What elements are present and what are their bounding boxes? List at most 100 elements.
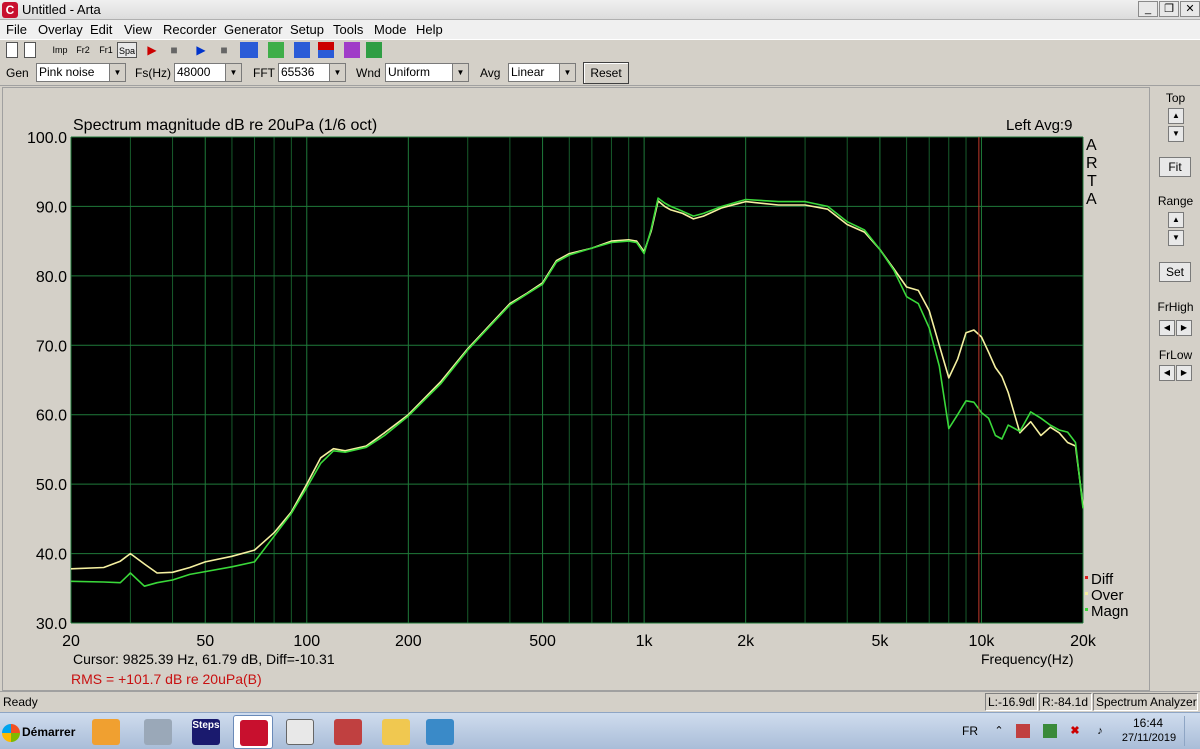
frhigh-left-button[interactable]: ◀ xyxy=(1159,320,1175,336)
avg-value: Linear xyxy=(511,65,545,79)
tray-app-icon[interactable] xyxy=(1016,724,1030,738)
scope-icon[interactable] xyxy=(344,42,360,58)
folder-icon xyxy=(382,719,410,745)
range-up-button[interactable]: ▲ xyxy=(1168,212,1184,228)
media-player-icon xyxy=(92,719,120,745)
chart-title: Spectrum magnitude dB re 20uPa (1/6 oct) xyxy=(73,117,377,134)
plot-area[interactable] xyxy=(71,137,1083,623)
menu-edit[interactable]: Edit xyxy=(90,22,112,37)
taskbar-photos[interactable] xyxy=(420,715,460,749)
mode-indicator: Spectrum Analyzer xyxy=(1093,693,1198,711)
top-down-button[interactable]: ▼ xyxy=(1168,126,1184,142)
legend-diff: Diff xyxy=(1091,571,1114,588)
menu-recorder[interactable]: Recorder xyxy=(163,22,216,37)
stop-icon[interactable]: ■ xyxy=(168,42,180,58)
main-toolbar: Imp Fr2 Fr1 Spa ▶ ■ ▶ ■ xyxy=(0,39,1200,59)
arta-icon[interactable]: C xyxy=(2,2,18,18)
status-ready: Ready xyxy=(3,695,38,709)
fr1-button[interactable]: Fr1 xyxy=(96,42,116,58)
spa-button[interactable]: Spa xyxy=(117,42,137,58)
fft-label: FFT xyxy=(253,66,275,80)
volume-icon[interactable]: ♪ xyxy=(1093,724,1107,738)
top-up-button[interactable]: ▲ xyxy=(1168,108,1184,124)
taskbar-media-player[interactable] xyxy=(86,715,126,749)
photo-icon xyxy=(426,719,454,745)
taskbar-steps[interactable]: Steps xyxy=(186,715,226,749)
menu-tools[interactable]: Tools xyxy=(333,22,363,37)
menu-view[interactable]: View xyxy=(124,22,152,37)
taskbar: Démarrer Steps FR ⌃ ✖ ♪ 16:44 27/11/2019 xyxy=(0,712,1200,749)
fft-select[interactable]: 65536 ▼ xyxy=(278,63,346,82)
fs-select[interactable]: 48000 ▼ xyxy=(174,63,242,82)
frlow-right-button[interactable]: ▶ xyxy=(1176,365,1192,381)
start-button[interactable]: Démarrer xyxy=(2,718,80,746)
chevron-down-icon: ▼ xyxy=(559,64,575,81)
calibrate-icon[interactable] xyxy=(318,42,334,58)
signal-icon[interactable] xyxy=(366,42,382,58)
x-tick-label: 200 xyxy=(395,633,422,650)
gen-setup-icon[interactable] xyxy=(268,42,284,58)
taskbar-calculator[interactable] xyxy=(138,715,178,749)
record-icon[interactable]: ▶ xyxy=(146,42,158,58)
taskbar-app[interactable] xyxy=(328,715,368,749)
impulse-button[interactable]: Imp xyxy=(50,42,70,58)
avg-label: Avg xyxy=(480,66,501,80)
left-level: L:-16.9dl xyxy=(985,693,1038,711)
menu-setup[interactable]: Setup xyxy=(290,22,324,37)
x-tick-label: 100 xyxy=(293,633,320,650)
close-button[interactable]: ✕ xyxy=(1180,1,1200,17)
open-icon[interactable] xyxy=(24,42,36,58)
menu-generator[interactable]: Generator xyxy=(224,22,283,37)
brand-letter: A xyxy=(1086,137,1097,154)
view-control-panel: Top ▲ ▼ Fit Range ▲ ▼ Set FrHigh ◀ ▶ FrL… xyxy=(1151,87,1200,691)
chevron-up-icon[interactable]: ⌃ xyxy=(992,724,1006,738)
clock-time[interactable]: 16:44 xyxy=(1128,716,1168,730)
legend: Diff Over Magn xyxy=(1085,571,1129,620)
wnd-select[interactable]: Uniform ▼ xyxy=(385,63,469,82)
fr2-button[interactable]: Fr2 xyxy=(73,42,93,58)
menu-mode[interactable]: Mode xyxy=(374,22,407,37)
y-tick-label: 70.0 xyxy=(36,338,67,355)
settings-toolbar: Gen Pink noise ▼ Fs(Hz) 48000 ▼ FFT 65536 ▼… xyxy=(0,60,1200,86)
frhigh-right-button[interactable]: ▶ xyxy=(1176,320,1192,336)
avg-select[interactable]: Linear ▼ xyxy=(508,63,576,82)
x-tick-label: 5k xyxy=(871,633,889,650)
clock-date[interactable]: 27/11/2019 xyxy=(1115,732,1183,744)
limp-icon xyxy=(286,719,314,745)
menu-help[interactable]: Help xyxy=(416,22,443,37)
taskbar-explorer[interactable] xyxy=(376,715,416,749)
menu-file[interactable]: File xyxy=(6,22,27,37)
play-icon[interactable]: ▶ xyxy=(195,42,207,58)
set-button[interactable]: Set xyxy=(1159,262,1191,282)
show-desktop-button[interactable] xyxy=(1184,716,1196,746)
tray-network-icon[interactable] xyxy=(1043,724,1057,738)
taskbar-limp[interactable] xyxy=(280,715,320,749)
rec-setup-icon[interactable] xyxy=(240,42,258,58)
range-down-button[interactable]: ▼ xyxy=(1168,230,1184,246)
frhigh-label: FrHigh xyxy=(1157,300,1194,314)
x-tick-label: 50 xyxy=(196,633,214,650)
frlow-left-button[interactable]: ◀ xyxy=(1159,365,1175,381)
taskbar-arta[interactable] xyxy=(233,715,273,749)
spectrum-chart[interactable]: Spectrum magnitude dB re 20uPa (1/6 oct)… xyxy=(3,88,1151,692)
menu-overlay[interactable]: Overlay xyxy=(38,22,83,37)
wnd-value: Uniform xyxy=(388,65,431,79)
fit-button[interactable]: Fit xyxy=(1159,157,1191,177)
stop-gen-icon[interactable]: ■ xyxy=(218,42,230,58)
camera-icon xyxy=(334,719,362,745)
gen-select[interactable]: Pink noise ▼ xyxy=(36,63,126,82)
new-icon[interactable] xyxy=(6,42,18,58)
x-tick-label: 2k xyxy=(737,633,755,650)
measure-setup-icon[interactable] xyxy=(294,42,310,58)
minimize-button[interactable]: _ xyxy=(1138,1,1158,17)
reset-button[interactable]: Reset xyxy=(583,62,629,84)
legend-swatch-diff xyxy=(1085,576,1088,579)
language-indicator[interactable]: FR xyxy=(962,724,978,738)
legend-swatch-over xyxy=(1085,592,1088,595)
x-tick-label: 10k xyxy=(969,633,996,650)
window-title: Untitled - Arta xyxy=(22,2,101,17)
action-center-icon[interactable]: ✖ xyxy=(1068,724,1082,738)
y-tick-label: 50.0 xyxy=(36,477,67,494)
restore-button[interactable]: ❐ xyxy=(1159,1,1179,17)
fs-value: 48000 xyxy=(177,65,211,79)
